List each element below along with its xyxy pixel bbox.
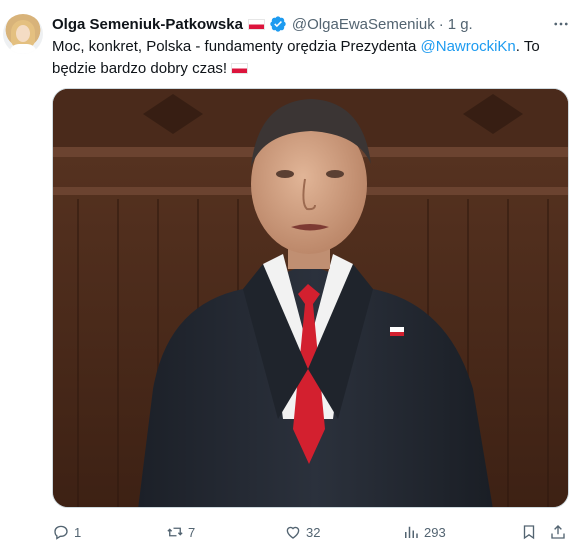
header-separator: · [438,15,444,33]
tweet-text-before: Moc, konkret, Polska - fundamenty orędzi… [52,38,421,55]
author-name[interactable]: Olga Semeniuk-Patkowska [52,16,243,33]
avatar[interactable] [3,14,43,54]
tweet-media-image[interactable] [52,88,569,508]
bookmark-icon [523,525,535,540]
tweet-card[interactable]: Olga Semeniuk-Patkowska @OlgaEwaSemeniuk… [0,0,587,551]
flag-icon [231,63,249,74]
views-icon [405,526,418,538]
retweet-button[interactable]: 7 [166,522,195,542]
reply-icon [54,525,68,540]
views-button[interactable]: 293 [402,522,446,542]
author-handle[interactable]: @OlgaEwaSemeniuk [292,16,435,33]
like-count: 32 [306,524,321,540]
bookmark-button[interactable] [520,522,538,542]
views-count: 293 [424,524,446,540]
retweet-count: 7 [188,524,196,540]
like-icon [286,526,300,539]
flag-icon [247,18,265,30]
retweet-icon [167,527,183,537]
tweet-actions: 1 7 32 293 [52,522,572,542]
share-icon [551,525,565,539]
verified-icon [269,15,287,33]
tweet-header: Olga Semeniuk-Patkowska @OlgaEwaSemeniuk… [52,14,473,34]
more-icon[interactable] [551,14,571,34]
share-button[interactable] [549,522,567,542]
tweet-text: Moc, konkret, Polska - fundamenty orędzi… [52,36,572,80]
like-button[interactable]: 32 [284,522,320,542]
reply-count: 1 [74,524,82,540]
tweet-time[interactable]: 1 g. [448,16,473,33]
reply-button[interactable]: 1 [52,522,81,542]
mention-link[interactable]: @NawrockiKn [421,38,516,55]
